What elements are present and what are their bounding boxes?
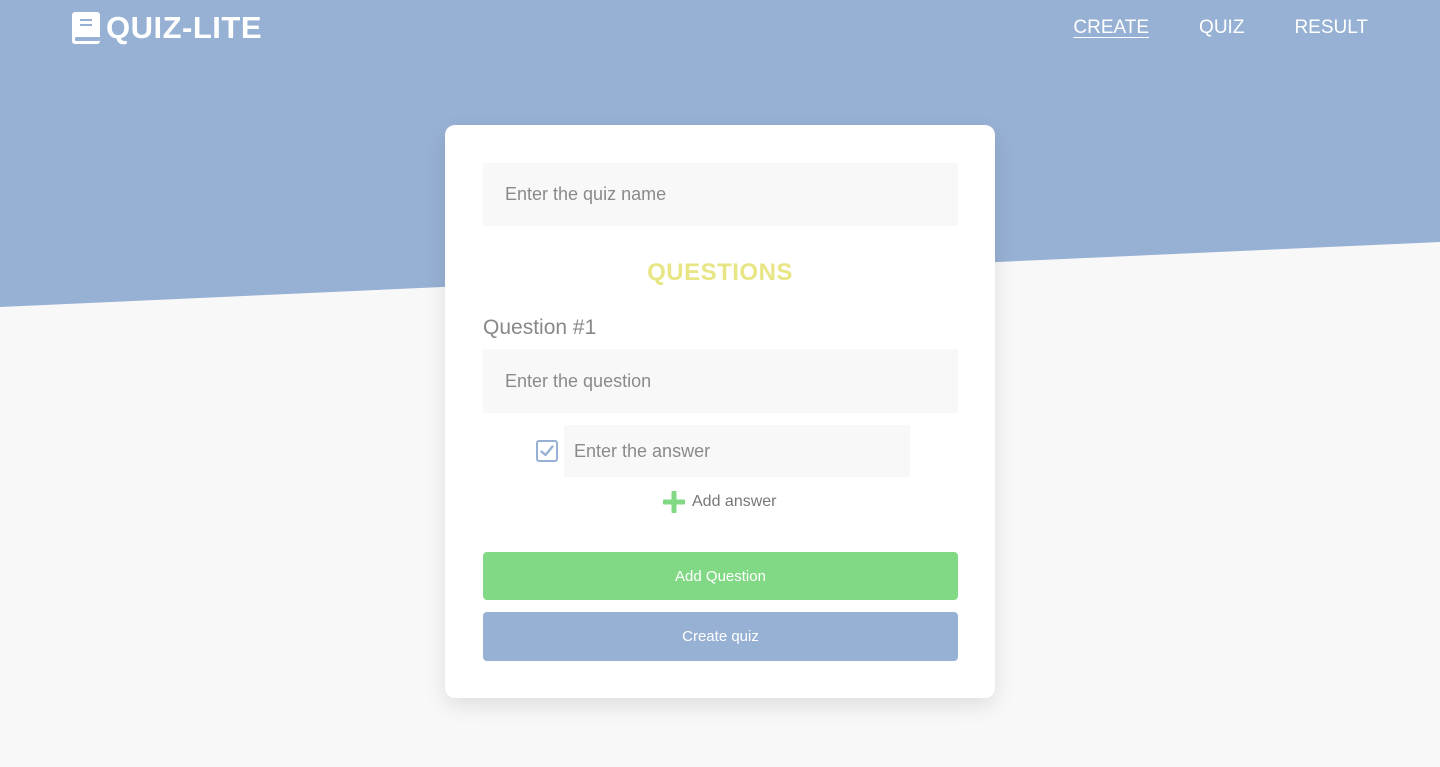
nav-quiz[interactable]: QUIZ <box>1199 16 1244 40</box>
book-icon <box>72 12 100 44</box>
add-question-button[interactable]: Add Question <box>483 552 958 600</box>
logo-text: QUIZ-LITE <box>106 10 263 45</box>
quiz-name-input[interactable] <box>483 163 958 226</box>
logo[interactable]: QUIZ-LITE <box>72 12 262 44</box>
correct-answer-checkbox[interactable] <box>536 440 558 462</box>
nav-create[interactable]: CREATE <box>1073 16 1149 40</box>
question-input[interactable] <box>483 349 958 413</box>
top-navbar: QUIZ-LITE CREATE QUIZ RESULT <box>0 0 1440 56</box>
questions-heading: QUESTIONS <box>647 259 793 286</box>
nav-result[interactable]: RESULT <box>1294 16 1368 40</box>
plus-icon <box>662 490 686 514</box>
add-answer-label: Add answer <box>692 493 777 510</box>
answer-row <box>536 425 910 477</box>
main-nav: CREATE QUIZ RESULT <box>1073 16 1368 40</box>
add-answer-button[interactable]: Add answer <box>662 490 777 514</box>
answer-input[interactable] <box>564 425 910 477</box>
create-quiz-button[interactable]: Create quiz <box>483 612 958 661</box>
question-label: Question #1 <box>483 316 597 339</box>
create-quiz-card: QUESTIONS Question #1 Add answer Add Que… <box>445 125 995 698</box>
